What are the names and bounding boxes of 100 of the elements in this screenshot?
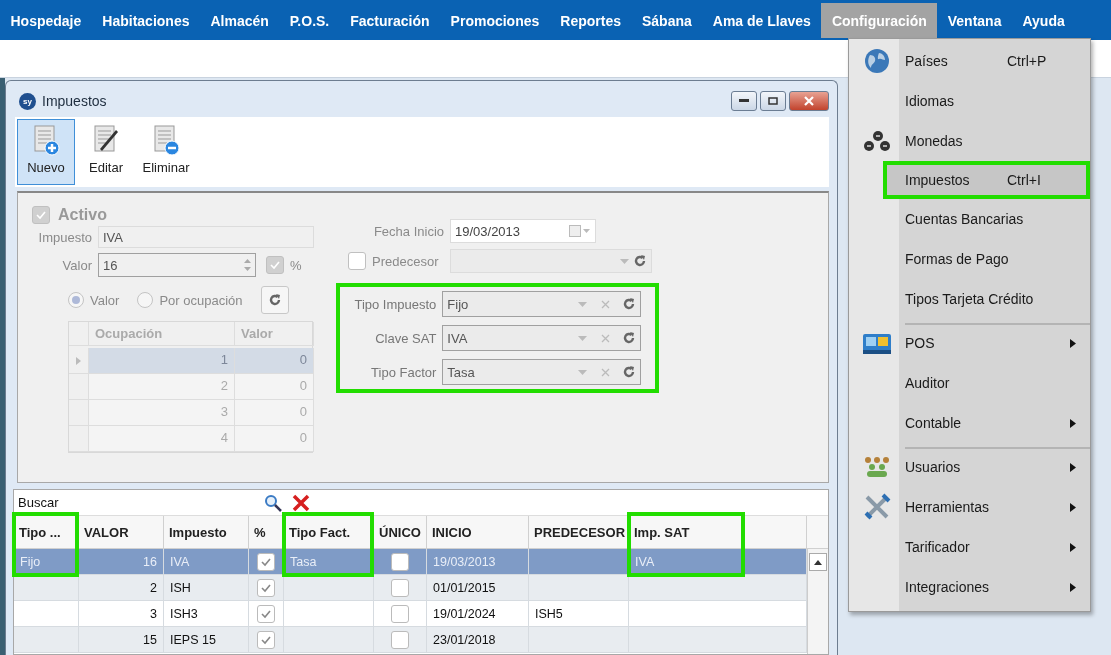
maximize-button[interactable] xyxy=(760,91,786,111)
dropdown-field[interactable]: Tasa xyxy=(442,359,641,385)
menu-bar-item[interactable]: Ayuda xyxy=(1011,3,1076,38)
checkbox[interactable] xyxy=(391,604,409,623)
column-header[interactable]: Imp. SAT xyxy=(629,516,807,549)
clear-search-icon[interactable] xyxy=(292,493,310,512)
checkbox[interactable] xyxy=(391,630,409,649)
dropdown-caret-icon[interactable] xyxy=(620,258,629,264)
text-field[interactable]: IVA xyxy=(98,226,314,248)
table-cell: 0 xyxy=(235,400,314,426)
refresh-icon[interactable] xyxy=(622,297,636,311)
menu-item[interactable]: Integraciones xyxy=(849,567,1090,607)
field-label: Valor xyxy=(61,257,92,273)
table-cell: 2 xyxy=(89,374,235,400)
menu-item[interactable]: Herramientas xyxy=(849,487,1090,527)
clear-icon[interactable] xyxy=(601,299,610,309)
check-icon xyxy=(35,209,47,221)
table-cell: Fijo xyxy=(14,549,79,575)
table-row[interactable]: 15 IEPS 15 23/01/2018 xyxy=(14,627,807,653)
submenu-arrow-icon xyxy=(1070,338,1076,348)
checkbox[interactable] xyxy=(257,604,275,623)
toolbar-button[interactable]: Editar xyxy=(77,119,135,185)
spinner-icon[interactable] xyxy=(244,258,251,272)
menu-bar-item[interactable]: P.O.S. xyxy=(279,3,340,38)
checkbox[interactable] xyxy=(257,552,275,571)
dropdown-field[interactable] xyxy=(450,249,652,273)
menu-item[interactable]: Cuentas Bancarias xyxy=(849,199,1090,239)
globe-icon xyxy=(864,48,890,74)
close-button[interactable] xyxy=(789,91,829,111)
menu-item[interactable]: Auditor xyxy=(849,363,1090,403)
menu-bar-item[interactable]: Facturación xyxy=(339,3,441,38)
checkbox[interactable] xyxy=(257,630,275,649)
minimize-icon xyxy=(739,99,749,103)
arrow-up-icon xyxy=(814,559,822,565)
column-header[interactable]: ÚNICO xyxy=(374,516,427,549)
menu-bar-item[interactable]: Almacén xyxy=(199,3,280,38)
scrollbar[interactable] xyxy=(807,549,828,654)
dropdown-field[interactable]: IVA xyxy=(442,325,641,351)
radio-button[interactable] xyxy=(68,292,84,308)
date-field[interactable]: 19/03/2013 xyxy=(450,219,596,243)
menu-bar-item[interactable]: Promociones xyxy=(440,3,550,38)
currency-icon xyxy=(864,129,890,153)
cash-register-icon xyxy=(862,331,892,355)
menu-bar-item[interactable]: Sábana xyxy=(631,3,703,38)
scroll-up-button[interactable] xyxy=(809,553,827,571)
clear-icon[interactable] xyxy=(601,333,610,343)
checkbox[interactable] xyxy=(32,206,50,224)
refresh-button[interactable] xyxy=(260,286,289,314)
refresh-icon[interactable] xyxy=(633,254,647,268)
toolbar-button[interactable]: Nuevo xyxy=(17,119,75,185)
radio-button[interactable] xyxy=(137,292,154,308)
checkbox[interactable] xyxy=(257,578,275,597)
menu-item[interactable]: Monedas xyxy=(849,121,1090,161)
menu-item[interactable]: Idiomas xyxy=(849,81,1090,121)
table-row[interactable]: 2 ISH 01/01/2015 xyxy=(14,575,807,601)
remove-document-icon xyxy=(152,124,180,156)
dropdown-field[interactable]: Fijo xyxy=(442,291,641,317)
field-label: Tipo Impuesto xyxy=(353,296,437,312)
checkbox[interactable] xyxy=(391,552,409,571)
menu-item[interactable]: Tarificador xyxy=(849,527,1090,567)
menu-bar-item[interactable]: Habitaciones xyxy=(91,3,200,38)
dropdown-caret-icon[interactable] xyxy=(578,369,587,375)
refresh-icon xyxy=(267,293,282,307)
clear-icon[interactable] xyxy=(601,367,610,377)
menu-item[interactable]: Contable xyxy=(849,403,1090,443)
checkbox[interactable] xyxy=(348,252,366,270)
refresh-icon[interactable] xyxy=(622,331,636,345)
toolbar-button[interactable]: Eliminar xyxy=(137,119,195,185)
menu-bar-item[interactable]: Ama de Llaves xyxy=(702,3,822,38)
submenu-arrow-icon xyxy=(1070,418,1076,428)
menu-item[interactable]: Tipos Tarjeta Crédito xyxy=(849,279,1090,319)
submenu-arrow-icon xyxy=(1070,502,1076,512)
column-header[interactable]: Impuesto xyxy=(164,516,249,549)
table-cell: 0 xyxy=(235,374,314,400)
dropdown-caret-icon[interactable] xyxy=(578,335,587,341)
menu-item[interactable]: Impuestos Ctrl+I xyxy=(883,161,1090,199)
column-header: Valor xyxy=(235,322,314,346)
field-label: Tipo Factor xyxy=(370,364,437,380)
column-header[interactable]: INICIO xyxy=(427,516,529,549)
radio-label: Valor xyxy=(90,292,120,308)
minimize-button[interactable] xyxy=(731,91,757,111)
refresh-icon[interactable] xyxy=(622,365,636,379)
close-icon xyxy=(804,96,814,106)
dropdown-caret-icon[interactable] xyxy=(578,301,587,307)
column-header: Ocupación xyxy=(89,322,235,346)
table-row[interactable]: 3 ISH3 19/01/2024 ISH5 xyxy=(14,601,807,627)
number-field[interactable]: 16 xyxy=(98,253,256,277)
menu-item[interactable]: Países Ctrl+P xyxy=(849,41,1090,81)
checkbox-label: Predecesor xyxy=(372,253,440,269)
table-cell: 4 xyxy=(89,426,235,452)
menu-bar-item[interactable]: Hospedaje xyxy=(0,3,92,38)
checkbox[interactable] xyxy=(391,578,409,597)
menu-bar-item[interactable]: Reportes xyxy=(549,3,632,38)
checkbox[interactable] xyxy=(266,256,284,274)
column-header[interactable]: VALOR xyxy=(79,516,164,549)
search-icon[interactable] xyxy=(264,493,282,512)
radio-label: Por ocupación xyxy=(159,292,243,308)
menu-bar-item[interactable]: Ventana xyxy=(937,3,1012,38)
calendar-icon[interactable] xyxy=(569,225,591,237)
menu-item[interactable]: Formas de Pago xyxy=(849,239,1090,279)
